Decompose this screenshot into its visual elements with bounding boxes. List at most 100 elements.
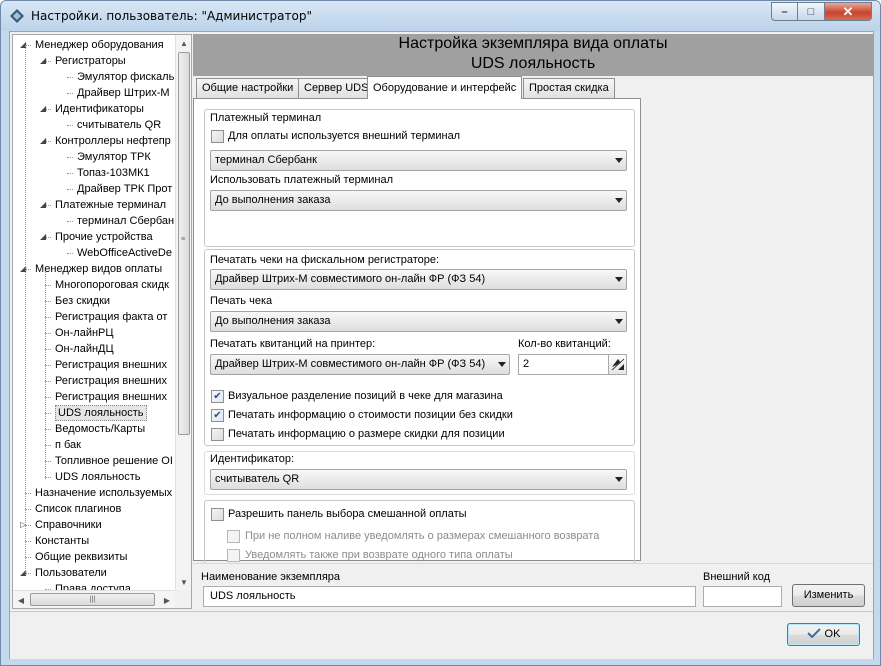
tree-item[interactable]: Регистраторы bbox=[55, 53, 126, 69]
tree-item[interactable]: Назначение используемых bbox=[35, 485, 172, 501]
settings-window: Настройки. пользователь: "Администратор"… bbox=[0, 0, 881, 666]
tree-item[interactable]: Константы bbox=[35, 533, 89, 549]
print-price-no-discount-checkbox[interactable]: ✔ bbox=[211, 409, 224, 422]
fiscal-printing-group: Печатать чеки на фискальном регистраторе… bbox=[204, 249, 635, 446]
tree-item[interactable]: Регистрация внешних bbox=[55, 373, 167, 389]
tree-item[interactable]: Многопороговая скидк bbox=[55, 277, 169, 293]
use-terminal-select[interactable]: До выполнения заказа bbox=[210, 190, 627, 211]
scroll-down-icon[interactable]: ▼ bbox=[176, 574, 191, 590]
use-terminal-select-value: До выполнения заказа bbox=[215, 194, 331, 206]
tree-item[interactable]: Прочие устройства bbox=[55, 229, 153, 245]
tree-item[interactable]: Регистрация факта от bbox=[55, 309, 167, 325]
tree-item[interactable]: UDS лояльность bbox=[55, 469, 141, 485]
collapse-icon[interactable]: ◢ bbox=[40, 56, 46, 65]
tree-horizontal-scrollbar[interactable]: ◀ ||| ▶ bbox=[13, 590, 176, 608]
settings-tree: ◢ Менеджер оборудования ◢ Регистраторы Эмуля… bbox=[12, 34, 192, 609]
tree-item[interactable]: Права доступа bbox=[55, 581, 131, 590]
receipts-count-input[interactable]: 2 bbox=[518, 354, 627, 375]
tree-item[interactable]: считыватель QR bbox=[77, 117, 161, 133]
fiscal-registrar-select[interactable]: Драйвер Штрих-М совместимого он-лайн ФР … bbox=[210, 269, 627, 290]
tree-connector bbox=[67, 221, 73, 222]
single-type-return-notify-checkbox[interactable] bbox=[227, 549, 240, 562]
use-terminal-label: Использовать платежный терминал bbox=[210, 174, 394, 186]
tree-item[interactable]: UDS лояльность bbox=[55, 405, 147, 421]
page-header: Настройка экземпляра вида оплаты UDS лоя… bbox=[193, 34, 873, 76]
title-bar[interactable]: Настройки. пользователь: "Администратор"… bbox=[1, 1, 880, 31]
payment-terminal-group: Платежный терминал Для оплаты использует… bbox=[204, 109, 635, 247]
collapse-icon[interactable]: ◢ bbox=[40, 136, 46, 145]
window-client: ◢ Менеджер оборудования ◢ Регистраторы Эмуля… bbox=[9, 31, 874, 659]
collapse-icon[interactable]: ◢ bbox=[40, 232, 46, 241]
tree-items: ◢ Менеджер оборудования ◢ Регистраторы Эмуля… bbox=[13, 35, 176, 590]
tree-item[interactable]: п бак bbox=[55, 437, 81, 453]
tree-vertical-scrollbar[interactable]: ▲ ≡ ▼ bbox=[175, 35, 191, 590]
terminal-select[interactable]: терминал Сбербанк bbox=[210, 150, 627, 171]
tree-item[interactable]: Ведомость/Карты bbox=[55, 421, 145, 437]
receipt-print-label: Печать чека bbox=[210, 295, 273, 307]
collapse-icon[interactable]: ◢ bbox=[40, 104, 46, 113]
tab-equipment-interface[interactable]: Оборудование и интерфейс bbox=[367, 76, 523, 99]
visual-separation-checkbox[interactable]: ✔ bbox=[211, 390, 224, 403]
receipt-print-value: До выполнения заказа bbox=[215, 315, 331, 327]
tree-item[interactable]: Контроллеры нефтепр bbox=[55, 133, 171, 149]
scroll-thumb[interactable]: ≡ bbox=[178, 52, 190, 435]
print-price-no-discount-label: Печатать информацию о стоимости позиции … bbox=[228, 409, 513, 421]
tree-item[interactable]: Платежные терминал bbox=[55, 197, 166, 213]
print-discount-size-checkbox[interactable] bbox=[211, 428, 224, 441]
print-on-fiscal-label: Печатать чеки на фискальном регистраторе… bbox=[210, 254, 440, 266]
tree-item[interactable]: Топливное решение ОІ bbox=[55, 453, 173, 469]
spin-stepper[interactable] bbox=[608, 355, 626, 374]
instance-name-label: Наименование экземпляра bbox=[201, 571, 341, 583]
partial-fill-notify-checkbox[interactable] bbox=[227, 530, 240, 543]
tree-guide-line bbox=[25, 45, 26, 575]
close-button[interactable]: ✕ bbox=[825, 2, 872, 21]
tree-item[interactable]: Общие реквизиты bbox=[35, 549, 127, 565]
tree-item[interactable]: Эмулятор ТРК bbox=[77, 149, 151, 165]
tab-simple-discount[interactable]: Простая скидка bbox=[523, 78, 615, 98]
maximize-button[interactable]: □ bbox=[798, 2, 825, 21]
tree-item[interactable]: Эмулятор фискаль bbox=[77, 69, 174, 85]
tree-item[interactable]: Драйвер ТРК Прот bbox=[77, 181, 172, 197]
tree-item[interactable]: Менеджер видов оплаты bbox=[35, 261, 162, 277]
receipts-printer-select[interactable]: Драйвер Штрих-М совместимого он-лайн ФР … bbox=[210, 354, 510, 375]
tree-item[interactable]: Справочники bbox=[35, 517, 102, 533]
tree-item[interactable]: Драйвер Штрих-М bbox=[77, 85, 170, 101]
receipts-count-value: 2 bbox=[523, 358, 530, 370]
tree-item[interactable]: Менеджер оборудования bbox=[35, 37, 164, 53]
app-icon bbox=[10, 9, 24, 23]
scroll-right-icon[interactable]: ▶ bbox=[159, 592, 175, 608]
hscroll-thumb[interactable]: ||| bbox=[30, 593, 155, 606]
change-button[interactable]: Изменить bbox=[792, 584, 865, 607]
external-code-input[interactable] bbox=[703, 586, 782, 607]
tree-item[interactable]: терминал Сбербан bbox=[77, 213, 174, 229]
terminal-select-value: терминал Сбербанк bbox=[215, 154, 317, 166]
tree-item[interactable]: Топаз-103МК1 bbox=[77, 165, 150, 181]
scroll-left-icon[interactable]: ◀ bbox=[13, 592, 29, 608]
mixed-payment-checkbox[interactable] bbox=[211, 508, 224, 521]
tree-connector bbox=[67, 253, 73, 254]
chevron-down-icon bbox=[615, 158, 623, 163]
tree-item[interactable]: Идентификаторы bbox=[55, 101, 144, 117]
scroll-up-icon[interactable]: ▲ bbox=[176, 35, 191, 51]
tree-item[interactable]: Он-лайнРЦ bbox=[55, 325, 114, 341]
tree-item[interactable]: Регистрация внешних bbox=[55, 357, 167, 373]
collapse-icon[interactable]: ◢ bbox=[40, 200, 46, 209]
identifier-select[interactable]: считыватель QR bbox=[210, 469, 627, 490]
tree-connector bbox=[67, 77, 73, 78]
dialog-footer: OK bbox=[10, 611, 873, 659]
spin-arrows-icon bbox=[611, 358, 625, 371]
instance-name-input[interactable]: UDS лояльность bbox=[203, 586, 696, 607]
external-terminal-checkbox[interactable] bbox=[211, 130, 224, 143]
tree-item[interactable]: Список плагинов bbox=[35, 501, 121, 517]
tree-item[interactable]: Пользователи bbox=[35, 565, 107, 581]
tree-item[interactable]: Регистрация внешних bbox=[55, 389, 167, 405]
tree-item[interactable]: Он-лайнДЦ bbox=[55, 341, 114, 357]
tree-item[interactable]: Без скидки bbox=[55, 293, 110, 309]
minimize-button[interactable]: – bbox=[771, 2, 798, 21]
receipt-print-select[interactable]: До выполнения заказа bbox=[210, 311, 627, 332]
tab-uds-server[interactable]: Сервер UDS bbox=[298, 78, 375, 98]
ok-button[interactable]: OK bbox=[787, 623, 860, 646]
tab-general[interactable]: Общие настройки bbox=[196, 78, 300, 98]
tree-item[interactable]: WebOfficeActiveDe bbox=[77, 245, 172, 261]
tree-connector bbox=[67, 93, 73, 94]
